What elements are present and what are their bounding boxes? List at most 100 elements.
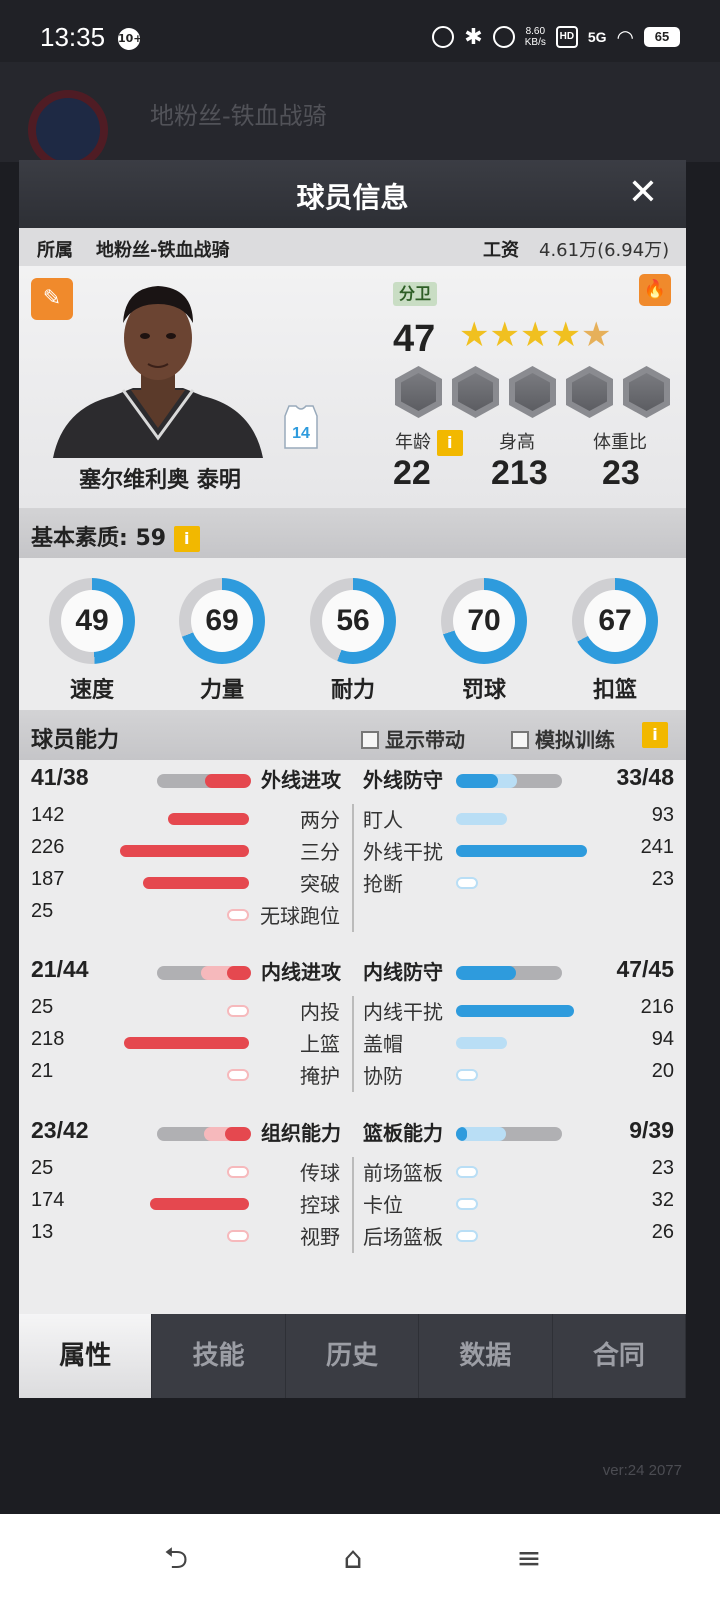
stat-name: 前场篮板: [363, 1161, 443, 1185]
stat-row-right[interactable]: 盖帽 94: [19, 1028, 686, 1058]
basic-gauge: 67 扣篮: [564, 574, 664, 704]
stat-group-header[interactable]: 23/42 组织能力 篮板能力 9/39: [19, 1117, 686, 1147]
left-head-name: 组织能力: [261, 1121, 341, 1145]
weight-ratio-label: 体重比: [593, 432, 647, 453]
stat-group-header[interactable]: 41/38 外线进攻 外线防守 33/48: [19, 764, 686, 794]
gauge-ring: 69: [179, 578, 265, 664]
stat-name: 无球跑位: [260, 904, 340, 928]
gauge-ring: 70: [441, 578, 527, 664]
tab-2[interactable]: 历史: [286, 1314, 420, 1398]
modal-title: 球员信息: [296, 181, 409, 214]
signal-icon: 5G: [587, 29, 607, 45]
left-head-bar: [157, 1127, 251, 1141]
stat-bar: [456, 1069, 478, 1081]
age-value: 22: [393, 454, 431, 492]
sim-training-checkbox[interactable]: 模拟训练: [511, 724, 615, 753]
basic-gauges: 49 速度 69 力量 56 耐力 70 罚球 67 扣篮: [19, 564, 686, 704]
stat-bar: [456, 1198, 478, 1210]
stat-row-right[interactable]: 外线干扰 241: [19, 836, 686, 866]
empty-skill-slot-icon[interactable]: [509, 366, 556, 418]
info-icon[interactable]: i: [642, 722, 668, 748]
stat-value: 241: [640, 836, 674, 858]
home-icon[interactable]: ⌂: [335, 1542, 371, 1576]
info-icon[interactable]: i: [436, 430, 463, 456]
stat-value: 20: [651, 1060, 674, 1082]
age-label: 年龄 i: [395, 428, 463, 456]
close-icon[interactable]: ✕: [628, 172, 658, 213]
jersey-icon: 14: [284, 405, 318, 449]
left-head-bar: [157, 966, 251, 980]
stat-row-right[interactable]: 抢断 23: [19, 868, 686, 898]
tab-4[interactable]: 合同: [553, 1314, 687, 1398]
stat-name: 盯人: [363, 808, 403, 832]
back-icon[interactable]: ⮌: [158, 1542, 194, 1576]
player-name: 塞尔维利奥 泰明: [79, 468, 241, 493]
left-head-bar: [157, 774, 251, 788]
background-team-header: [0, 62, 720, 162]
basic-gauge: 69 力量: [171, 574, 271, 704]
stat-row-left[interactable]: 25 无球跑位: [19, 900, 352, 930]
bar-fill: [456, 1127, 468, 1141]
star-icon: ★: [489, 315, 520, 355]
stat-row-right[interactable]: 协防 20: [19, 1060, 686, 1090]
jersey-number: 14: [292, 425, 310, 442]
star-icon: ★: [550, 315, 581, 355]
half-star-icon: ★: [580, 315, 612, 355]
background-team-name: 地粉丝-铁血战骑: [150, 102, 327, 130]
star-rating: ★ ★ ★ ★ ★: [459, 318, 611, 352]
basic-gauge: 49 速度: [41, 574, 141, 704]
tab-3[interactable]: 数据: [419, 1314, 553, 1398]
bar-fill: [225, 1127, 251, 1141]
right-head-name: 外线防守: [363, 768, 443, 792]
tab-1[interactable]: 技能: [152, 1314, 286, 1398]
show-lead-checkbox[interactable]: 显示带动: [361, 724, 465, 753]
right-head-name: 内线防守: [363, 960, 443, 984]
info-icon[interactable]: i: [173, 526, 200, 552]
edit-user-icon[interactable]: ✎: [31, 278, 73, 320]
player-rating: 47: [393, 318, 436, 360]
tab-0[interactable]: 属性: [19, 1314, 153, 1398]
gauge-label: 耐力: [330, 678, 375, 703]
stat-row-right[interactable]: 盯人 93: [19, 804, 686, 834]
team-salary-line: 所属 地粉丝-铁血战骑 工资 4.61万(6.94万): [19, 228, 686, 266]
empty-skill-slot-icon[interactable]: [452, 366, 499, 418]
ability-stats: 41/38 外线进攻 外线防守 33/48 142 两分 226 三分 187 突破 25 无球跑位盯…: [19, 764, 686, 1312]
stat-bar: [456, 1037, 507, 1049]
left-head-value: 21/44: [31, 956, 89, 982]
basic-gauge: 56 耐力: [302, 574, 402, 704]
stat-row-right[interactable]: 卡位 32: [19, 1189, 686, 1219]
stat-value: 25: [31, 900, 54, 922]
stat-row-right[interactable]: 内线干扰 216: [19, 996, 686, 1026]
bar-fill: [456, 966, 516, 980]
player-hero: ✎ 14 塞尔维利奥 泰明 分卫 🔥 47 ★ ★ ★ ★ ★ 年龄 i 身高 体重比 …: [19, 266, 686, 508]
empty-skill-slot-icon[interactable]: [623, 366, 670, 418]
status-bar: 13:35 10+ ✱ 8.60 KB/s HD 5G ◠ 65: [0, 0, 720, 62]
stat-bar: [456, 813, 507, 825]
menu-icon[interactable]: ≡: [511, 1542, 547, 1576]
wifi-icon: ◠: [616, 26, 634, 49]
stat-row-right[interactable]: 后场篮板 26: [19, 1221, 686, 1251]
fire-icon[interactable]: 🔥: [639, 274, 671, 306]
stat-name: 外线干扰: [363, 840, 443, 864]
background-bottom: [0, 1400, 720, 1514]
gauge-value: 56: [322, 590, 384, 652]
team-value: 地粉丝-铁血战骑: [96, 240, 230, 261]
gauge-ring: 56: [310, 578, 396, 664]
right-head-bar: [456, 774, 562, 788]
right-head-value: 47/45: [616, 956, 674, 982]
stat-bar: [456, 1166, 478, 1178]
stat-name: 抢断: [363, 872, 403, 896]
status-time: 13:35: [40, 22, 106, 52]
empty-skill-slot-icon[interactable]: [395, 366, 442, 418]
stat-row-right[interactable]: 前场篮板 23: [19, 1157, 686, 1187]
basic-quality-title: 基本素质: 59 i: [31, 520, 200, 552]
stat-value: 94: [651, 1028, 674, 1050]
gauge-label: 速度: [69, 678, 114, 703]
team-label: 所属: [37, 240, 73, 261]
empty-skill-slot-icon[interactable]: [566, 366, 613, 418]
bar-fill: [456, 774, 498, 788]
speedometer-icon: [492, 26, 515, 48]
stat-bar: [456, 845, 588, 857]
stat-group-header[interactable]: 21/44 内线进攻 内线防守 47/45: [19, 956, 686, 986]
star-icon: ★: [459, 315, 490, 355]
